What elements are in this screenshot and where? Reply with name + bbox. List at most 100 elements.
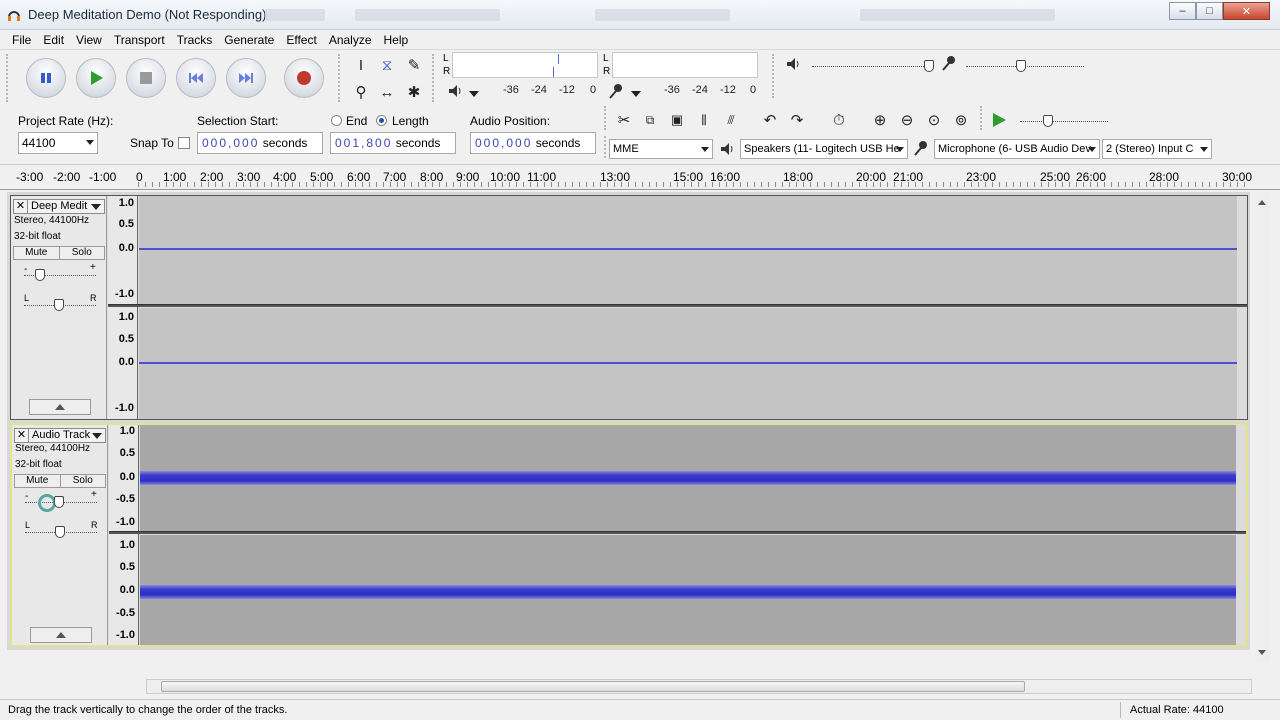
- playback-volume-thumb[interactable]: [924, 60, 934, 72]
- waveform-right-channel[interactable]: [139, 308, 1237, 419]
- selection-start-field[interactable]: 000,000 seconds: [197, 132, 323, 154]
- menu-analyze[interactable]: Analyze: [323, 30, 378, 49]
- timeshift-tool-icon[interactable]: ↔: [375, 80, 399, 104]
- menu-generate[interactable]: Generate: [218, 30, 280, 49]
- ruler-tick-label: 4:00: [273, 170, 297, 184]
- pause-button[interactable]: [26, 58, 66, 98]
- skip-start-icon: [189, 73, 203, 83]
- mute-button[interactable]: Mute: [15, 475, 60, 487]
- menu-effect[interactable]: Effect: [280, 30, 322, 49]
- toolbar-grip[interactable]: [772, 54, 778, 98]
- skip-end-button[interactable]: [226, 58, 266, 98]
- scroll-down-icon[interactable]: [1258, 650, 1266, 655]
- play-button[interactable]: [76, 58, 116, 98]
- ruler-tick-label: 8:00: [420, 170, 444, 184]
- zoom-tool-icon[interactable]: ⚲: [349, 80, 373, 104]
- timeline-ruler[interactable]: -3:00 -2:00 -1:00 0 1:00 2:00 3:00 4:00 …: [0, 164, 1280, 190]
- envelope-tool-icon[interactable]: ⧖: [375, 53, 399, 77]
- input-channels-select[interactable]: 2 (Stereo) Input C: [1102, 139, 1212, 159]
- recording-meter-menu-arrow[interactable]: [631, 91, 641, 97]
- multi-tool-icon[interactable]: ✱: [402, 80, 426, 104]
- paste-icon[interactable]: ▣: [665, 108, 689, 132]
- audio-position-field[interactable]: 000,000 seconds: [470, 132, 596, 154]
- pan-slider-thumb[interactable]: [54, 299, 64, 311]
- snap-to-checkbox[interactable]: [178, 137, 190, 149]
- vertical-scrollbar[interactable]: [1255, 192, 1270, 662]
- selection-start-label: Selection Start:: [197, 114, 279, 128]
- waveform-left-channel[interactable]: [140, 425, 1236, 531]
- project-rate-select[interactable]: 44100: [18, 132, 98, 154]
- fit-project-icon[interactable]: ⊚: [949, 108, 973, 132]
- close-track-icon[interactable]: ✕: [15, 429, 29, 442]
- scroll-up-icon[interactable]: [1258, 200, 1266, 205]
- length-radio[interactable]: [376, 115, 387, 126]
- toolbar-grip[interactable]: [980, 106, 986, 130]
- menu-file[interactable]: File: [6, 30, 37, 49]
- menu-tracks[interactable]: Tracks: [171, 30, 219, 49]
- toolbar-grip[interactable]: [604, 106, 610, 130]
- track-control-panel[interactable]: ✕ Audio Track Stereo, 44100Hz 32-bit flo…: [12, 425, 108, 645]
- fit-selection-icon[interactable]: ⊙: [922, 108, 946, 132]
- play-speed-thumb[interactable]: [1043, 115, 1053, 127]
- sync-lock-icon[interactable]: ⏱: [827, 108, 851, 132]
- play-speed-slider[interactable]: [1020, 121, 1108, 122]
- audio-track-deep-meditation[interactable]: ✕ Deep Medit Stereo, 44100Hz 32-bit floa…: [10, 195, 1248, 420]
- track-name-button[interactable]: ✕ Audio Track: [14, 428, 106, 443]
- toolbar-grip[interactable]: [6, 54, 12, 102]
- redo-icon[interactable]: ↷: [785, 108, 809, 132]
- solo-button[interactable]: Solo: [58, 247, 104, 259]
- waveform-left-channel[interactable]: [139, 196, 1237, 304]
- skip-start-button[interactable]: [176, 58, 216, 98]
- solo-button[interactable]: Solo: [59, 475, 105, 487]
- silence-icon[interactable]: ⫻: [719, 108, 743, 132]
- audio-track-audio-track[interactable]: ✕ Audio Track Stereo, 44100Hz 32-bit flo…: [10, 423, 1248, 647]
- track-panel[interactable]: ✕ Deep Medit Stereo, 44100Hz 32-bit floa…: [7, 192, 1250, 650]
- maximize-button[interactable]: □: [1196, 2, 1223, 20]
- output-device-select[interactable]: Speakers (11- Logitech USB He: [740, 139, 908, 159]
- trim-icon[interactable]: ⫼: [692, 108, 716, 132]
- zoom-out-icon[interactable]: ⊖: [895, 108, 919, 132]
- recording-volume-thumb[interactable]: [1016, 60, 1026, 72]
- draw-tool-icon[interactable]: ✎: [402, 53, 426, 77]
- track-name-button[interactable]: ✕ Deep Medit: [13, 199, 105, 214]
- menu-edit[interactable]: Edit: [37, 30, 70, 49]
- audio-host-select[interactable]: MME: [609, 139, 713, 159]
- collapse-track-button[interactable]: [29, 399, 91, 415]
- stop-button[interactable]: [126, 58, 166, 98]
- horizontal-scrollbar[interactable]: [146, 679, 1252, 694]
- menu-transport[interactable]: Transport: [108, 30, 171, 49]
- playback-meter-menu-arrow[interactable]: [469, 91, 479, 97]
- toolbar-grip[interactable]: [338, 54, 344, 102]
- record-button[interactable]: [284, 58, 324, 98]
- minimize-button[interactable]: –: [1169, 2, 1196, 20]
- gain-slider-thumb[interactable]: [35, 269, 45, 281]
- menu-help[interactable]: Help: [378, 30, 415, 49]
- zoom-in-icon[interactable]: ⊕: [868, 108, 892, 132]
- close-button[interactable]: ✕: [1223, 2, 1270, 20]
- collapse-track-button[interactable]: [30, 627, 92, 643]
- mute-button[interactable]: Mute: [14, 247, 59, 259]
- cut-icon[interactable]: ✂: [612, 108, 636, 132]
- copy-icon[interactable]: ⧉: [638, 108, 662, 132]
- playback-meter[interactable]: [452, 52, 598, 78]
- undo-icon[interactable]: ↶: [758, 108, 782, 132]
- end-radio[interactable]: [331, 115, 342, 126]
- waveform-right-channel[interactable]: [140, 535, 1236, 645]
- horizontal-scroll-thumb[interactable]: [161, 681, 1025, 692]
- gain-slider-thumb[interactable]: [54, 496, 64, 508]
- play-at-speed-icon[interactable]: [991, 112, 1007, 128]
- ruler-tick-label: 28:00: [1149, 170, 1180, 184]
- playback-volume-slider[interactable]: [812, 66, 934, 67]
- close-track-icon[interactable]: ✕: [14, 200, 28, 213]
- title-bar: Deep Meditation Demo (Not Responding) – …: [0, 0, 1280, 30]
- toolbar-grip[interactable]: [432, 54, 438, 102]
- selection-tool-icon[interactable]: I: [349, 53, 373, 77]
- menu-view[interactable]: View: [70, 30, 108, 49]
- output-device-value: Speakers (11- Logitech USB He: [744, 143, 900, 155]
- track-control-panel[interactable]: ✕ Deep Medit Stereo, 44100Hz 32-bit floa…: [11, 196, 107, 419]
- pan-slider-thumb[interactable]: [55, 526, 65, 538]
- ruler-tick-label: 16:00: [710, 170, 741, 184]
- selection-length-field[interactable]: 001,800 seconds: [330, 132, 456, 154]
- input-device-select[interactable]: Microphone (6- USB Audio Dev: [934, 139, 1100, 159]
- recording-meter[interactable]: [612, 52, 758, 78]
